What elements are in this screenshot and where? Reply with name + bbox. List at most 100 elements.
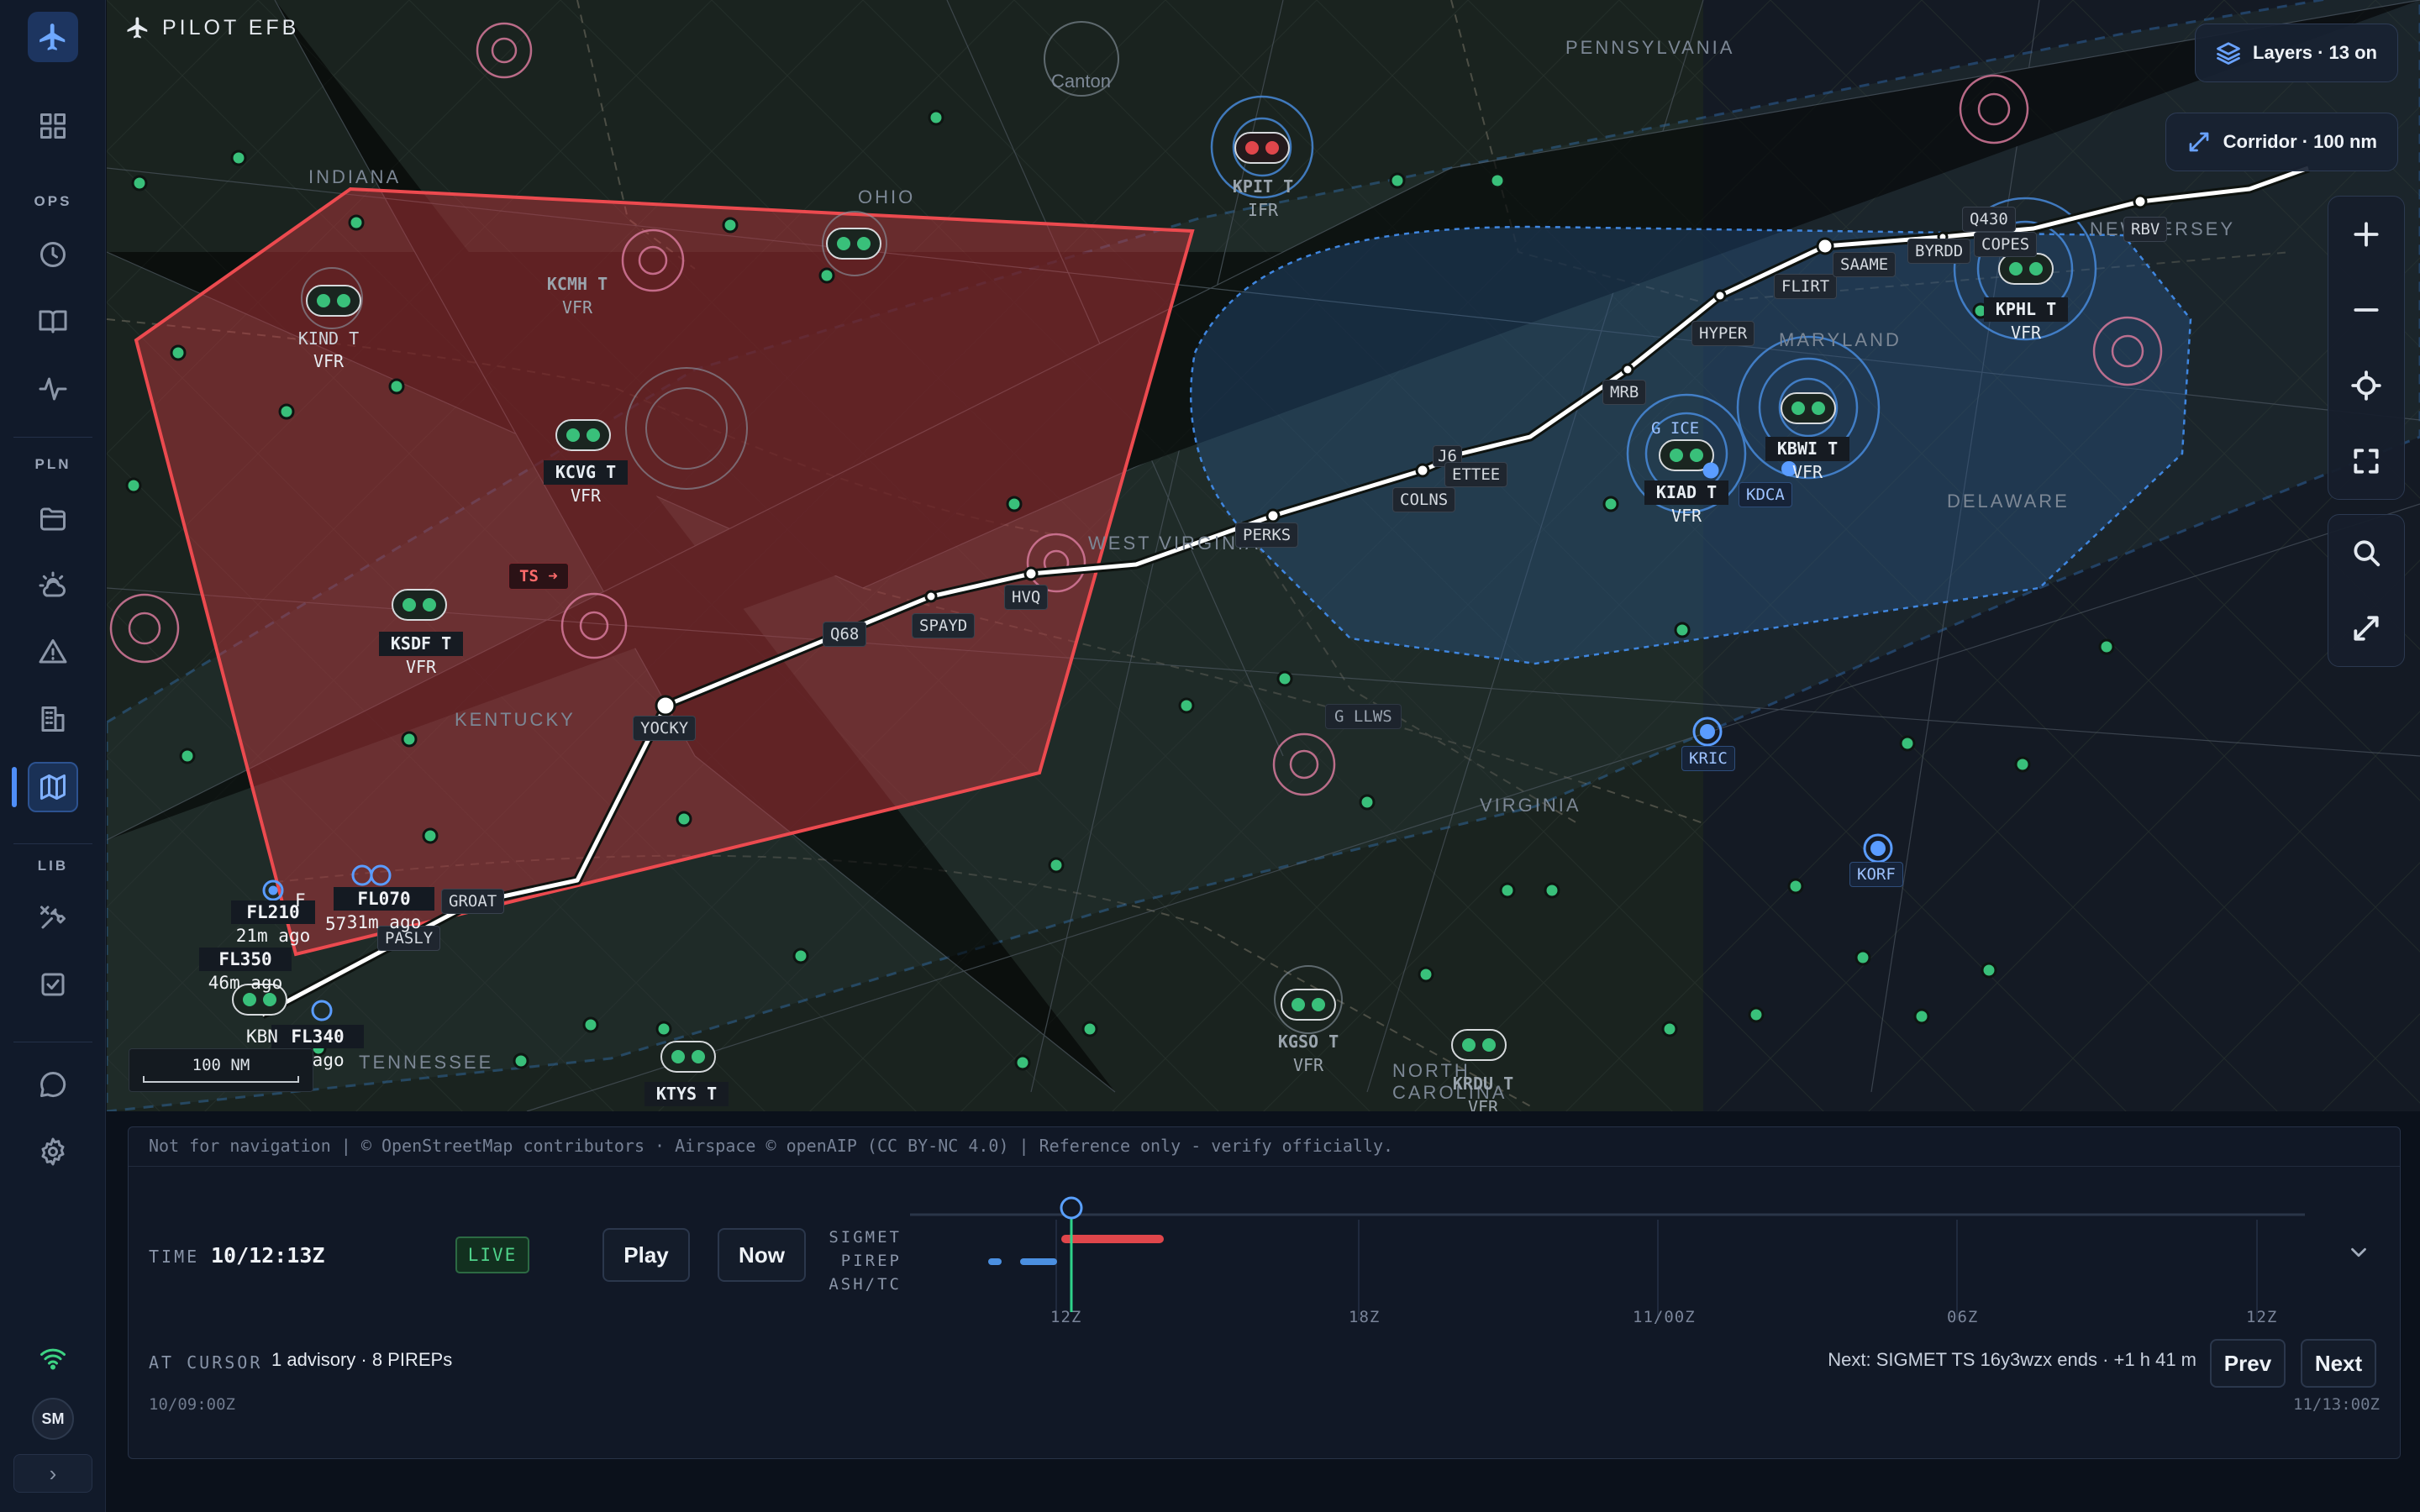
search-button[interactable]	[2328, 515, 2404, 591]
sidebar-item-logbook[interactable]	[28, 297, 78, 347]
avatar[interactable]: SM	[32, 1398, 74, 1440]
region-label: TENNESSEE	[359, 1052, 494, 1073]
next-event-button[interactable]: Next	[2301, 1339, 2376, 1388]
corridor-button[interactable]: Corridor · 100 nm	[2165, 113, 2398, 171]
now-button[interactable]: Now	[718, 1228, 806, 1282]
warning-icon	[39, 639, 67, 664]
pirep-level: FL340	[271, 1025, 364, 1048]
airport-kiad[interactable]: KIAD T VFR	[1644, 480, 1728, 528]
layers-button[interactable]: Layers · 13 on	[2195, 24, 2398, 82]
waypoint-label[interactable]: COPES	[1974, 232, 2038, 257]
folder-icon	[40, 507, 66, 531]
airport-kind[interactable]: KIND T VFR	[287, 328, 371, 373]
book-icon	[39, 310, 67, 333]
waypoint-label[interactable]: Q430	[1962, 207, 2016, 232]
waypoint-label[interactable]: GROAT	[441, 889, 505, 914]
pirep-fl070[interactable]: FL070 31m ago	[334, 887, 434, 934]
minus-icon	[2354, 308, 2379, 312]
pirep-fl350[interactable]: FL350 46m ago	[199, 948, 292, 995]
timeline-tick: 18Z	[1349, 1308, 1381, 1326]
airport-kphl[interactable]: KPHL T VFR	[1984, 297, 2068, 344]
cloud-sun-icon	[39, 571, 66, 597]
app-title: PILOT EFB	[162, 15, 300, 39]
app-logo-button[interactable]	[28, 12, 78, 62]
play-button[interactable]: Play	[602, 1228, 690, 1282]
map-canvas[interactable]: PILOT EFB INDIANA OHIO PENNSYLVANIA KENT…	[107, 0, 2420, 1111]
waypoint-label[interactable]: BYRDD	[1907, 239, 1971, 264]
zoom-in-button[interactable]	[2328, 197, 2404, 272]
waypoint-label[interactable]: HVQ	[1004, 585, 1049, 610]
airport-id: KBWI T	[1765, 437, 1849, 461]
sidebar-item-dashboard[interactable]	[28, 101, 78, 151]
waypoint-label[interactable]: HYPER	[1691, 321, 1755, 346]
sidebar-item-performance[interactable]	[28, 364, 78, 414]
airport-id: KIAD T	[1644, 480, 1728, 505]
waypoint-label[interactable]: Q68	[823, 622, 867, 647]
sidebar-item-history[interactable]	[28, 229, 78, 280]
airplane-icon	[127, 17, 148, 39]
pirep-span[interactable]	[1020, 1258, 1057, 1265]
waypoint-label[interactable]: YOCKY	[633, 716, 697, 741]
airport-id: KPIT T	[1232, 176, 1294, 197]
waypoint-label[interactable]: PERKS	[1235, 522, 1299, 548]
airport-kgso[interactable]: KGSO T VFR	[1266, 1030, 1350, 1077]
time-value: 10/12:13Z	[211, 1243, 325, 1268]
airport-kcvg[interactable]: KCVG T VFR	[544, 460, 628, 507]
sidebar: OPS PLN LIB SM ›	[0, 0, 106, 1512]
waypoint-label[interactable]: FLIRT	[1774, 274, 1838, 299]
sidebar-item-settings[interactable]	[28, 1126, 78, 1177]
region-label: KENTUCKY	[455, 709, 576, 730]
live-badge[interactable]: LIVE	[455, 1236, 529, 1273]
sidebar-item-chat[interactable]	[28, 1059, 78, 1110]
waypoint-label[interactable]: MRB	[1602, 380, 1647, 405]
sidebar-item-airports[interactable]	[28, 694, 78, 744]
zoom-out-button[interactable]	[2328, 272, 2404, 348]
clock-icon	[40, 242, 66, 267]
pirep-span[interactable]	[988, 1258, 1002, 1265]
flight-category: VFR	[561, 297, 593, 318]
airport-tag-kric[interactable]: KRIC	[1681, 746, 1735, 771]
sigmet-span[interactable]	[1061, 1235, 1164, 1243]
chat-icon	[40, 1071, 66, 1097]
pirep-age: 31m ago	[346, 912, 422, 932]
airport-kpit[interactable]: KPIT T IFR	[1221, 175, 1305, 222]
gairmet-ice-label[interactable]: G ICE	[1644, 417, 1706, 440]
checklist-icon	[41, 973, 65, 996]
timeline-panel: Not for navigation | © OpenStreetMap con…	[128, 1126, 2401, 1459]
waypoint-label[interactable]: ETTEE	[1444, 462, 1508, 487]
sidebar-item-checklists[interactable]	[28, 959, 78, 1010]
waypoint-label[interactable]: COLNS	[1392, 487, 1456, 512]
airport-krdu[interactable]: KRDU T VFR	[1441, 1072, 1525, 1111]
sidebar-item-tools[interactable]	[28, 892, 78, 942]
sidebar-item-weather[interactable]	[28, 560, 78, 611]
timeline-tick: 12Z	[1050, 1308, 1082, 1326]
diagonal-arrows-icon	[2189, 132, 2208, 152]
map-zoom-controls	[2328, 196, 2405, 500]
timeline-track[interactable]	[910, 1186, 2420, 1320]
airport-kcmh[interactable]: KCMH T VFR	[535, 272, 619, 319]
locate-button[interactable]	[2328, 348, 2404, 423]
fullscreen-button[interactable]	[2328, 423, 2404, 499]
cursor-label: AT CURSOR	[149, 1352, 263, 1373]
gairmet-llws-label[interactable]: G LLWS	[1325, 704, 1402, 729]
waypoint-label[interactable]: RBV	[2123, 217, 2168, 242]
grid-icon	[40, 113, 66, 139]
airport-id: KSDF T	[379, 632, 463, 656]
sidebar-item-map[interactable]	[28, 762, 78, 812]
wifi-icon	[40, 1348, 66, 1370]
sidebar-item-flight-plans[interactable]	[28, 494, 78, 544]
sidebar-expand-button[interactable]: ›	[13, 1454, 92, 1493]
waypoint-label[interactable]: SAAME	[1833, 252, 1897, 277]
sigmet-ts-badge[interactable]: TS ➜	[508, 563, 569, 590]
sidebar-item-notams[interactable]	[28, 627, 78, 677]
prev-event-button[interactable]: Prev	[2210, 1339, 2286, 1388]
airport-tag-korf[interactable]: KORF	[1849, 862, 1903, 887]
airport-kbwi[interactable]: KBWI T VFR	[1765, 437, 1849, 484]
chevron-down-icon[interactable]	[2346, 1240, 2371, 1265]
measure-button[interactable]	[2328, 591, 2404, 666]
waypoint-label[interactable]: SPAYD	[912, 613, 976, 638]
airport-ksdf[interactable]: KSDF T VFR	[379, 632, 463, 679]
airport-tag-kdca[interactable]: KDCA	[1739, 482, 1792, 507]
airport-ktys[interactable]: KTYS T	[644, 1082, 729, 1106]
time-cursor-handle[interactable]	[1060, 1196, 1083, 1220]
